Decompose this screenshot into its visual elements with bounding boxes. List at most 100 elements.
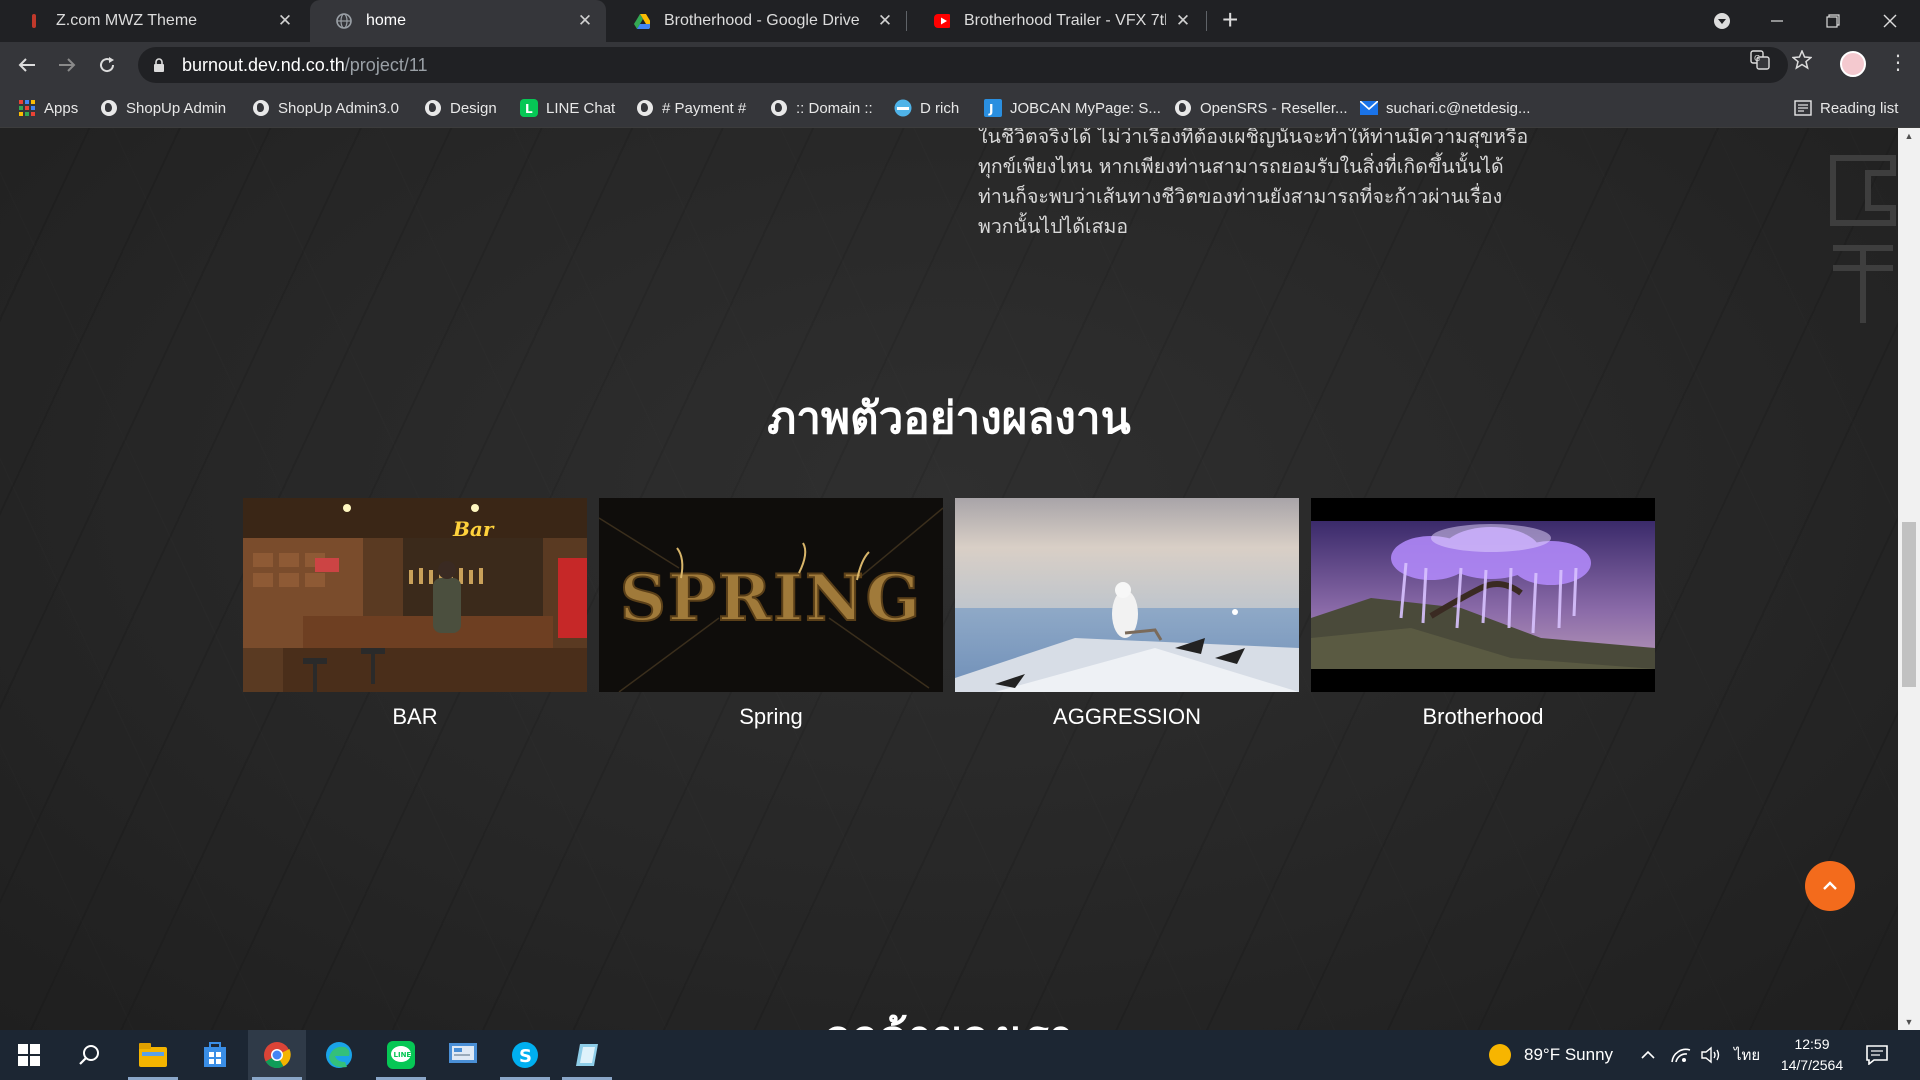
work-thumbnail[interactable]: SPRING <box>599 498 943 692</box>
bookmark-shopup-admin3[interactable]: ShopUp Admin3.0 <box>252 88 399 128</box>
globe-icon <box>1174 99 1192 117</box>
scroll-to-top-button[interactable] <box>1805 861 1855 911</box>
tab-home[interactable]: home ✕ <box>310 0 606 42</box>
weather-widget[interactable]: 89°F Sunny <box>1488 1030 1613 1080</box>
line-app-icon[interactable]: LINE <box>372 1030 430 1080</box>
work-thumbnail[interactable] <box>1311 498 1655 692</box>
bookmark-opensrs[interactable]: OpenSRS - Reseller... <box>1174 88 1348 128</box>
ms-store-icon[interactable] <box>186 1030 244 1080</box>
scrollbar-thumb[interactable] <box>1902 522 1916 687</box>
bookmark-payment[interactable]: # Payment # <box>636 88 746 128</box>
control-panel-icon[interactable] <box>434 1030 492 1080</box>
google-drive-icon <box>634 13 650 29</box>
close-window-icon[interactable] <box>1866 0 1914 42</box>
close-icon[interactable]: ✕ <box>1174 11 1192 31</box>
bookmark-line-chat[interactable]: L LINE Chat <box>520 88 615 128</box>
bookmark-label: JOBCAN MyPage: S... <box>1010 99 1161 117</box>
show-hidden-icons-chevron-icon[interactable] <box>1640 1030 1656 1080</box>
bookmark-label: suchari.c@netdesig... <box>1386 99 1531 117</box>
notification-center-icon[interactable] <box>1866 1030 1888 1080</box>
tab-search-icon[interactable] <box>1706 0 1738 42</box>
start-windows-icon[interactable] <box>0 1030 58 1080</box>
tab-title: Brotherhood - Google Drive <box>664 12 860 29</box>
decorative-letters-graphic <box>1830 155 1896 323</box>
work-caption[interactable]: Spring <box>599 704 943 730</box>
svg-text:G: G <box>1754 54 1760 63</box>
file-explorer-icon[interactable] <box>124 1030 182 1080</box>
bookmark-shopup-admin[interactable]: ShopUp Admin <box>100 88 226 128</box>
paragraph-line: พวกนั้นไปได้เสมอ <box>978 215 1129 238</box>
work-caption[interactable]: Brotherhood <box>1311 704 1655 730</box>
paragraph-line: ในชีวิตจริงได้ ไม่ว่าเรื่องที่ต้องเผชิญน… <box>978 128 1529 148</box>
decorative-vertical-text <box>1828 138 1898 338</box>
lock-icon <box>154 58 164 72</box>
tab-strip: Z.com MWZ Theme ✕ home ✕ Brotherhood - G… <box>0 0 1920 42</box>
bookmark-label: :: Domain :: <box>796 99 873 117</box>
work-card-brotherhood[interactable]: Brotherhood <box>1311 498 1655 730</box>
bookmarks-bar: Apps ShopUp Admin ShopUp Admin3.0 Design… <box>0 88 1920 128</box>
work-caption[interactable]: BAR <box>243 704 587 730</box>
tab-zcom[interactable]: Z.com MWZ Theme ✕ <box>0 0 306 42</box>
line-icon: L <box>520 99 538 117</box>
work-thumbnail[interactable] <box>955 498 1299 692</box>
globe-icon <box>770 99 788 117</box>
reload-icon[interactable] <box>92 50 122 80</box>
system-clock[interactable]: 12:59 14/7/2564 <box>1770 1034 1854 1076</box>
clock-time: 12:59 <box>1794 1036 1830 1052</box>
bookmark-jobcan[interactable]: J JOBCAN MyPage: S... <box>984 88 1161 128</box>
tab-google-drive[interactable]: Brotherhood - Google Drive ✕ <box>608 0 906 42</box>
svg-text:L: L <box>525 102 533 116</box>
network-icon[interactable] <box>1670 1030 1692 1080</box>
reading-list-icon <box>1794 99 1812 117</box>
bookmark-label: ShopUp Admin3.0 <box>278 99 399 117</box>
tab-divider <box>1206 11 1207 31</box>
paragraph-line: ท่านก็จะพบว่าเส้นทางชีวิตของท่านยังสามาร… <box>978 185 1503 208</box>
work-card-bar[interactable]: Bar BAR <box>243 498 587 730</box>
project-description: ในชีวิตจริงได้ ไม่ว่าเรื่องที่ต้องเผชิญน… <box>978 128 1529 242</box>
input-language-indicator[interactable]: ไทย <box>1734 1030 1760 1080</box>
minimize-icon[interactable] <box>1754 0 1800 42</box>
menu-kebab-icon[interactable]: ⋮ <box>1888 50 1908 75</box>
reading-list-button[interactable]: Reading list <box>1794 88 1898 128</box>
back-icon[interactable] <box>12 50 42 80</box>
tab-youtube[interactable]: Brotherhood Trailer - VFX 7th Bur ✕ <box>908 0 1204 42</box>
work-thumbnail[interactable]: Bar <box>243 498 587 692</box>
skype-icon[interactable]: S <box>496 1030 554 1080</box>
address-bar[interactable]: burnout.dev.nd.co.th/project/11 <box>138 47 1788 83</box>
chrome-icon[interactable] <box>248 1030 306 1080</box>
page-scrollbar[interactable]: ▲ ▼ <box>1898 128 1920 1030</box>
scroll-up-arrow-icon[interactable]: ▲ <box>1898 128 1920 144</box>
edge-icon[interactable] <box>310 1030 368 1080</box>
work-card-spring[interactable]: SPRING Spring <box>599 498 943 730</box>
youtube-icon <box>934 13 950 29</box>
url-text: burnout.dev.nd.co.th/project/11 <box>182 54 428 75</box>
bookmark-design[interactable]: Design <box>424 88 497 128</box>
chevron-up-icon <box>1823 881 1837 890</box>
bookmark-d-rich[interactable]: D rich <box>894 88 959 128</box>
section-title: ภาพตัวอย่างผลงาน <box>767 393 1131 444</box>
bookmark-label: LINE Chat <box>546 99 616 117</box>
forward-icon[interactable] <box>52 50 82 80</box>
volume-icon[interactable] <box>1700 1030 1722 1080</box>
bookmark-mail[interactable]: suchari.c@netdesig... <box>1360 88 1530 128</box>
close-icon[interactable]: ✕ <box>276 11 294 31</box>
globe-icon <box>636 99 654 117</box>
tab-title: Z.com MWZ Theme <box>56 12 198 29</box>
jobcan-icon: J <box>984 99 1002 117</box>
scroll-down-arrow-icon[interactable]: ▼ <box>1898 1014 1920 1030</box>
translate-icon[interactable]: G <box>1750 50 1770 75</box>
bookmark-star-icon[interactable] <box>1791 49 1813 75</box>
bookmark-apps[interactable]: Apps <box>18 88 78 128</box>
tab-title: home <box>366 12 407 29</box>
new-tab-button[interactable]: + <box>1222 6 1238 34</box>
work-caption[interactable]: AGGRESSION <box>955 704 1299 730</box>
restore-icon[interactable] <box>1810 0 1856 42</box>
work-card-aggression[interactable]: AGGRESSION <box>955 498 1299 730</box>
notepad-icon[interactable] <box>558 1030 616 1080</box>
close-icon[interactable]: ✕ <box>876 11 894 31</box>
bookmark-domain[interactable]: :: Domain :: <box>770 88 873 128</box>
profile-avatar[interactable] <box>1840 51 1866 77</box>
close-icon[interactable]: ✕ <box>576 11 594 31</box>
search-icon[interactable] <box>60 1030 118 1080</box>
bar-neon-sign: Bar <box>452 517 495 541</box>
